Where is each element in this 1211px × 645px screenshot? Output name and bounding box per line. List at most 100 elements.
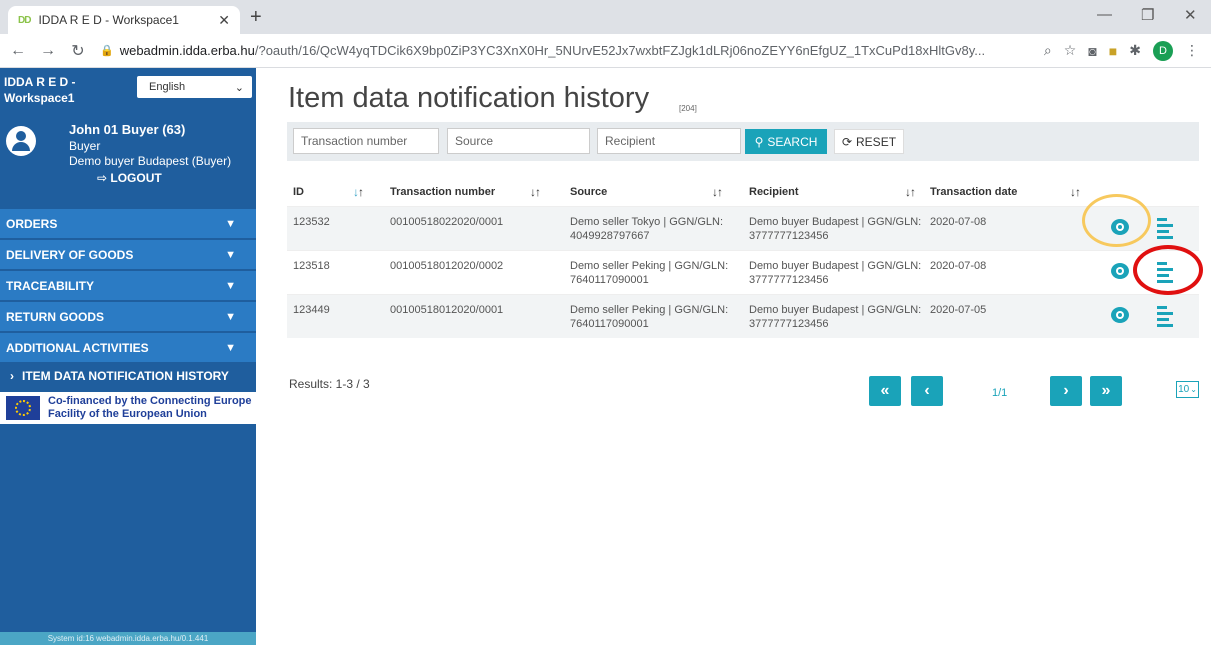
details-list-icon[interactable] [1157,216,1175,239]
url-path: /?oauth/16/QcW4yqTDCik6X9bp0ZiP3YC3XnX0H… [254,43,986,58]
browser-tab[interactable]: DD IDDA R E D - Workspace1 ✕ [8,6,240,34]
next-page-button[interactable]: › [1050,376,1082,406]
star-icon[interactable]: ☆ [1064,42,1077,59]
sort-recipient-icon[interactable]: ↓↑ [905,185,916,199]
address-bar: ← → ↻ 🔒 webadmin.idda.erba.hu /?oauth/16… [0,34,1211,68]
chevron-down-icon: ▼ [225,341,236,354]
close-window-icon[interactable]: ✕ [1184,6,1197,24]
source-input[interactable]: Source [447,128,590,154]
chevron-down-icon: ⌄ [234,81,244,94]
cell-recipient: Demo buyer Budapest | GGN/GLN: 3777777123… [749,303,921,331]
cell-date: 2020-07-08 [930,260,987,272]
history-table: ID ↓↑ Transaction number ↓↑ Source ↓↑ Re… [287,176,1199,338]
profile-avatar[interactable]: D [1153,40,1173,61]
restore-icon[interactable]: ❐ [1141,6,1154,24]
source-name: Demo seller Tokyo | GGN/GLN: [570,216,724,228]
menu-label: TRACEABILITY [6,278,94,293]
menu-return-goods[interactable]: RETURN GOODS ▼ [0,301,256,331]
cell-source: Demo seller Peking | GGN/GLN: 76401170900… [570,303,728,331]
sidebar: IDDA R E D - Workspace1 English ⌄ John 0… [0,68,256,645]
menu-additional[interactable]: ADDITIONAL ACTIVITIES ▼ [0,332,256,362]
chevron-down-icon: ▼ [225,310,236,323]
chevron-down-icon: ▼ [225,279,236,292]
recipient-input[interactable]: Recipient [597,128,741,154]
menu-traceability[interactable]: TRACEABILITY ▼ [0,270,256,300]
recipient-gln: 3777777123456 [749,230,829,242]
menu-delivery[interactable]: DELIVERY OF GOODS ▼ [0,239,256,269]
menu-label: ORDERS [6,216,58,231]
menu-dots-icon[interactable]: ⋮ [1185,42,1199,59]
forward-icon[interactable]: → [36,42,60,60]
reload-icon[interactable]: ↻ [66,41,90,61]
extension-icon[interactable]: ■ [1109,43,1117,59]
first-page-button[interactable]: « [869,376,901,406]
user-name: John 01 Buyer (63) [69,122,186,137]
highlight-yellow-circle [1082,194,1151,247]
col-transaction: Transaction number [390,186,496,198]
tab-title: IDDA R E D - Workspace1 [38,13,179,27]
cell-id: 123532 [293,216,330,228]
source-name: Demo seller Peking | GGN/GLN: [570,260,729,272]
source-gln: 4049928797667 [570,230,650,242]
eu-text-line2: Facility of the European Union [48,408,207,420]
new-tab-icon[interactable]: + [250,6,262,28]
chevron-left-icon: ‹ [924,382,930,399]
table-row: 123449 00100518012020/0001 Demo seller P… [287,294,1199,338]
transaction-number-input[interactable]: Transaction number [293,128,439,154]
zoom-icon[interactable]: ⌕ [1044,42,1052,59]
details-list-icon[interactable] [1157,304,1175,327]
logout-link[interactable]: ⇨ LOGOUT [97,171,162,185]
eu-flag-icon [6,396,40,420]
view-eye-icon[interactable] [1109,261,1131,281]
col-source: Source [570,186,608,198]
workspace-title: IDDA R E D - Workspace1 [4,75,76,105]
cell-transaction: 00100518022020/0001 [390,216,504,228]
sort-id-icon[interactable]: ↓↑ [353,185,364,199]
table-row: 123518 00100518012020/0002 Demo seller P… [287,250,1199,294]
search-label: SEARCH [767,134,818,149]
chevron-down-icon: ▼ [225,248,236,261]
logout-icon: ⇨ [97,171,111,185]
chevron-down-icon: ▼ [225,217,236,230]
menu-orders[interactable]: ORDERS ▼ [0,208,256,238]
source-name: Demo seller Peking | GGN/GLN: [570,304,729,316]
camera-icon[interactable]: ◙ [1088,43,1096,59]
puzzle-icon[interactable]: ✱ [1129,42,1141,59]
cell-recipient: Demo buyer Budapest | GGN/GLN: 3777777123… [749,215,921,243]
search-button[interactable]: ⚲ SEARCH [745,129,827,154]
view-eye-icon[interactable] [1109,305,1131,325]
sort-date-icon[interactable]: ↓↑ [1070,185,1081,199]
page-info: 1/1 [992,387,1008,399]
url-host: webadmin.idda.erba.hu [119,43,255,58]
source-gln: 7640117090001 [570,318,649,330]
page-title: Item data notification history [288,82,650,114]
page-size-select[interactable]: 10 ⌄ [1176,381,1199,398]
back-icon[interactable]: ← [6,42,30,60]
menu-item-data-history[interactable]: › ITEM DATA NOTIFICATION HISTORY [0,362,256,390]
logout-label: LOGOUT [110,171,162,185]
menu-label: ADDITIONAL ACTIVITIES [6,340,149,355]
col-id: ID [293,186,304,198]
reset-button[interactable]: ⟳ RESET [834,129,904,154]
col-recipient: Recipient [749,186,799,198]
table-row: 123532 00100518022020/0001 Demo seller T… [287,206,1199,250]
search-icon: ⚲ [754,134,764,149]
prev-page-button[interactable]: ‹ [911,376,943,406]
sort-source-icon[interactable]: ↓↑ [712,185,723,199]
minimize-icon[interactable]: — [1097,6,1112,23]
table-header: ID ↓↑ Transaction number ↓↑ Source ↓↑ Re… [287,176,1199,206]
user-organization: Demo buyer Budapest (Buyer) [69,154,232,168]
refresh-icon: ⟳ [841,134,853,149]
eu-funding-banner: Co-financed by the Connecting Europe Faci… [0,392,256,424]
last-page-button[interactable]: » [1090,376,1122,406]
cell-transaction: 00100518012020/0001 [390,304,504,316]
cell-source: Demo seller Tokyo | GGN/GLN: 404992879766… [570,215,723,243]
close-icon[interactable]: ✕ [218,12,230,29]
highlight-red-circle [1133,245,1203,295]
recipient-gln: 3777777123456 [749,274,829,286]
chevron-right-icon: › [1063,382,1069,399]
url-field[interactable]: 🔒 webadmin.idda.erba.hu /?oauth/16/QcW4y… [100,43,1044,58]
sort-transaction-icon[interactable]: ↓↑ [530,185,541,199]
cell-transaction: 00100518012020/0002 [390,260,504,272]
language-select[interactable]: English ⌄ [137,76,252,98]
